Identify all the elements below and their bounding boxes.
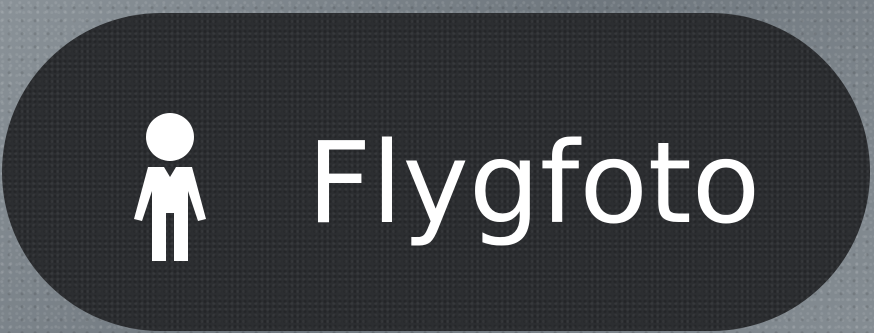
button-label: Flygfoto: [307, 119, 761, 249]
person-icon: [130, 101, 210, 261]
aerial-photo-button[interactable]: Flygfoto: [2, 13, 870, 331]
